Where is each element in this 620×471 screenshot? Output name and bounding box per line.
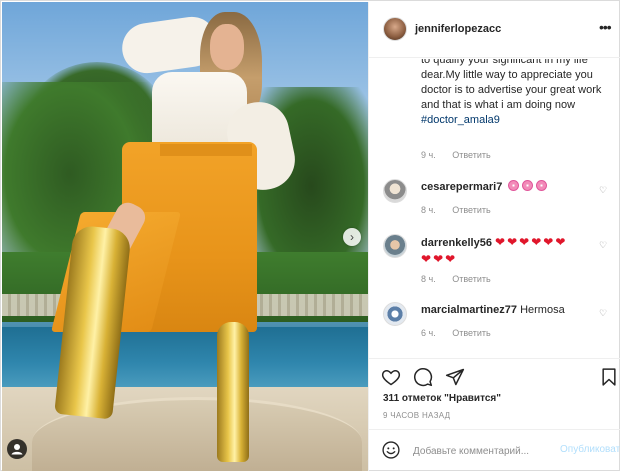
post-sidebar: jenniferlopezacc ••• to qualify your sig… — [368, 2, 620, 471]
comment-meta: 6 ч. Ответить — [421, 328, 505, 338]
comment-text: Hermosa — [520, 304, 565, 316]
add-comment-bar: Опубликовать — [369, 429, 620, 471]
comment-username[interactable]: darrenkelly56 — [421, 237, 492, 249]
figure-face — [210, 24, 244, 70]
comment-avatar[interactable] — [383, 302, 407, 326]
red-heart-emoji: ❤ — [495, 235, 506, 249]
action-bar — [369, 358, 620, 398]
comment-age: 8 ч. — [421, 274, 436, 284]
comment-reply-button[interactable]: Ответить — [452, 205, 490, 215]
red-heart-emoji: ❤ — [531, 235, 542, 249]
publish-comment-button[interactable]: Опубликовать — [560, 444, 620, 455]
post-header: jenniferlopezacc ••• — [369, 2, 620, 58]
red-heart-emoji: ❤ — [507, 235, 518, 249]
comment-row: marcialmartinez77 Hermosa — [421, 303, 601, 317]
comment-meta: 8 ч. Ответить — [421, 205, 505, 215]
more-horizontal-icon[interactable]: ••• — [599, 19, 612, 35]
comment-row: darrenkelly56 ❤ ❤ ❤ ❤ ❤ ❤ ❤ ❤ ❤ — [421, 234, 601, 268]
comment-username[interactable]: cesarepermari7 — [421, 181, 502, 193]
red-heart-emoji: ❤ — [421, 252, 432, 266]
comment-reply-button[interactable]: Ответить — [452, 274, 490, 284]
figure-boot-right — [217, 322, 249, 462]
person-icon — [11, 444, 23, 455]
red-heart-emoji: ❤ — [519, 235, 530, 249]
comment-input[interactable] — [413, 442, 558, 460]
cherry-blossom-emoji — [508, 180, 520, 191]
comments-list[interactable]: to qualify your significant in my life d… — [369, 59, 620, 357]
likes-count[interactable]: 311 отметок "Нравится" — [383, 393, 501, 404]
paper-plane-icon[interactable] — [445, 367, 465, 387]
caption-text: to qualify your significant in my life d… — [421, 59, 611, 128]
smiley-emoji-icon[interactable] — [381, 440, 401, 460]
figure-belt — [160, 144, 252, 156]
author-avatar[interactable] — [383, 17, 407, 41]
comment-avatar[interactable] — [383, 179, 407, 203]
comment-like-heart-icon[interactable]: ♡ — [599, 185, 607, 196]
comment-row: cesarepermari7 — [421, 180, 601, 194]
caption-meta: 9 ч. Ответить — [421, 150, 505, 160]
post-timestamp[interactable]: 9 ЧАСОВ НАЗАД — [383, 411, 450, 420]
caption-age: 9 ч. — [421, 150, 436, 160]
red-heart-emoji: ❤ — [555, 235, 566, 249]
red-heart-emoji: ❤ — [543, 235, 554, 249]
comment-reply-button[interactable]: Ответить — [452, 328, 490, 338]
heart-outline-icon[interactable] — [381, 367, 401, 387]
cherry-blossom-emoji — [536, 180, 548, 191]
caption-reply-button[interactable]: Ответить — [452, 150, 490, 160]
red-heart-emoji: ❤ — [433, 252, 444, 266]
comment-age: 6 ч. — [421, 328, 436, 338]
comment-age: 8 ч. — [421, 205, 436, 215]
bookmark-icon[interactable] — [599, 367, 619, 387]
comment-icon[interactable] — [413, 367, 433, 387]
comment-like-heart-icon[interactable]: ♡ — [599, 240, 607, 251]
comment-avatar[interactable] — [383, 234, 407, 258]
user-tag-icon[interactable] — [7, 439, 27, 459]
cherry-blossom-emoji — [522, 180, 534, 191]
caption-hashtag[interactable]: #doctor_amala9 — [421, 114, 500, 126]
post-modal: › jenniferlopezacc ••• to qualify your s… — [0, 0, 620, 471]
comment-username[interactable]: marcialmartinez77 — [421, 304, 517, 316]
author-username[interactable]: jenniferlopezacc — [415, 23, 501, 35]
comment-meta: 8 ч. Ответить — [421, 274, 505, 284]
red-heart-emoji: ❤ — [445, 252, 456, 266]
caption-body: to qualify your significant in my life d… — [421, 59, 602, 111]
post-photo[interactable]: › — [2, 2, 368, 471]
comment-like-heart-icon[interactable]: ♡ — [599, 308, 607, 319]
next-photo-chevron-icon[interactable]: › — [343, 228, 361, 246]
